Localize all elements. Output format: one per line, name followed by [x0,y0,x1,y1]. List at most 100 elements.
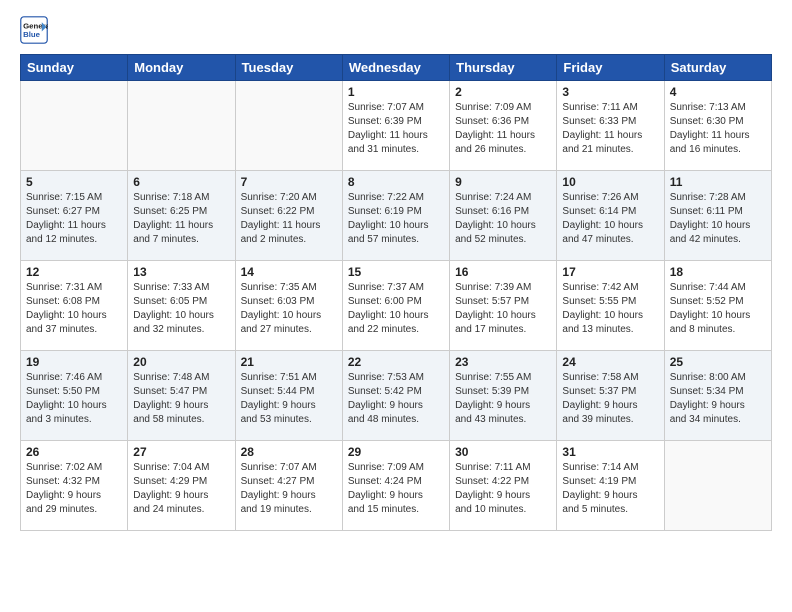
calendar-cell: 30 Sunrise: 7:11 AM Sunset: 4:22 PM Dayli… [450,441,557,531]
calendar-table: SundayMondayTuesdayWednesdayThursdayFrid… [20,54,772,531]
day-info: Sunrise: 7:07 AM Sunset: 6:39 PM Dayligh… [348,101,444,157]
day-info: Sunrise: 7:42 AM Sunset: 5:55 PM Dayligh… [562,281,658,337]
day-number: 27 [133,445,229,459]
day-info: Sunrise: 7:07 AM Sunset: 4:27 PM Dayligh… [241,461,337,517]
day-info: Sunrise: 7:39 AM Sunset: 5:57 PM Dayligh… [455,281,551,337]
day-info: Sunrise: 7:18 AM Sunset: 6:25 PM Dayligh… [133,191,229,247]
calendar-week-row: 19Sunrise: 7:46 AM Sunset: 5:50 PM Dayli… [21,351,772,441]
weekday-header-saturday: Saturday [664,55,771,81]
calendar-cell: 19Sunrise: 7:46 AM Sunset: 5:50 PM Dayli… [21,351,128,441]
day-number: 11 [670,175,766,189]
day-info: Sunrise: 7:15 AM Sunset: 6:27 PM Dayligh… [26,191,122,247]
day-info: Sunrise: 7:09 AM Sunset: 6:36 PM Dayligh… [455,101,551,157]
calendar-cell: 8Sunrise: 7:22 AM Sunset: 6:19 PM Daylig… [342,171,449,261]
day-number: 29 [348,445,444,459]
calendar-week-row: 5 Sunrise: 7:15 AM Sunset: 6:27 PM Daylig… [21,171,772,261]
day-info: Sunrise: 7:37 AM Sunset: 6:00 PM Dayligh… [348,281,444,337]
day-number: 9 [455,175,551,189]
day-number: 7 [241,175,337,189]
day-info: Sunrise: 7:14 AM Sunset: 4:19 PM Dayligh… [562,461,658,517]
calendar-cell: 18Sunrise: 7:44 AM Sunset: 5:52 PM Dayli… [664,261,771,351]
day-number: 5 [26,175,122,189]
day-number: 1 [348,85,444,99]
calendar-cell: 9 Sunrise: 7:24 AM Sunset: 6:16 PM Daylig… [450,171,557,261]
weekday-header-thursday: Thursday [450,55,557,81]
calendar-week-row: 12Sunrise: 7:31 AM Sunset: 6:08 PM Dayli… [21,261,772,351]
day-info: Sunrise: 7:33 AM Sunset: 6:05 PM Dayligh… [133,281,229,337]
day-info: Sunrise: 7:58 AM Sunset: 5:37 PM Dayligh… [562,371,658,427]
calendar-cell: 23 Sunrise: 7:55 AM Sunset: 5:39 PM Dayli… [450,351,557,441]
day-info: Sunrise: 7:48 AM Sunset: 5:47 PM Dayligh… [133,371,229,427]
calendar-cell: 4 Sunrise: 7:13 AM Sunset: 6:30 PM Daylig… [664,81,771,171]
calendar-cell: 2 Sunrise: 7:09 AM Sunset: 6:36 PM Daylig… [450,81,557,171]
calendar-cell: 16 Sunrise: 7:39 AM Sunset: 5:57 PM Dayli… [450,261,557,351]
day-info: Sunrise: 7:04 AM Sunset: 4:29 PM Dayligh… [133,461,229,517]
page: General Blue SundayMondayTuesdayWednesda… [0,0,792,547]
calendar-cell: 3 Sunrise: 7:11 AM Sunset: 6:33 PM Daylig… [557,81,664,171]
calendar-cell: 26 Sunrise: 7:02 AM Sunset: 4:32 PM Dayli… [21,441,128,531]
day-number: 12 [26,265,122,279]
day-info: Sunrise: 7:46 AM Sunset: 5:50 PM Dayligh… [26,371,122,427]
day-number: 4 [670,85,766,99]
day-info: Sunrise: 7:09 AM Sunset: 4:24 PM Dayligh… [348,461,444,517]
header: General Blue [20,16,772,44]
day-number: 23 [455,355,551,369]
day-number: 10 [562,175,658,189]
day-info: Sunrise: 7:20 AM Sunset: 6:22 PM Dayligh… [241,191,337,247]
day-info: Sunrise: 7:13 AM Sunset: 6:30 PM Dayligh… [670,101,766,157]
day-number: 22 [348,355,444,369]
day-number: 31 [562,445,658,459]
day-number: 26 [26,445,122,459]
day-info: Sunrise: 7:11 AM Sunset: 6:33 PM Dayligh… [562,101,658,157]
calendar-cell: 5 Sunrise: 7:15 AM Sunset: 6:27 PM Daylig… [21,171,128,261]
day-number: 21 [241,355,337,369]
calendar-cell: 27 Sunrise: 7:04 AM Sunset: 4:29 PM Dayli… [128,441,235,531]
svg-text:Blue: Blue [23,30,41,39]
day-info: Sunrise: 7:02 AM Sunset: 4:32 PM Dayligh… [26,461,122,517]
day-number: 17 [562,265,658,279]
calendar-cell: 12Sunrise: 7:31 AM Sunset: 6:08 PM Dayli… [21,261,128,351]
weekday-header-row: SundayMondayTuesdayWednesdayThursdayFrid… [21,55,772,81]
calendar-cell: 7 Sunrise: 7:20 AM Sunset: 6:22 PM Daylig… [235,171,342,261]
calendar-cell: 14Sunrise: 7:35 AM Sunset: 6:03 PM Dayli… [235,261,342,351]
calendar-cell: 1 Sunrise: 7:07 AM Sunset: 6:39 PM Daylig… [342,81,449,171]
calendar-cell: 28Sunrise: 7:07 AM Sunset: 4:27 PM Dayli… [235,441,342,531]
day-info: Sunrise: 8:00 AM Sunset: 5:34 PM Dayligh… [670,371,766,427]
calendar-cell [21,81,128,171]
calendar-cell: 25Sunrise: 8:00 AM Sunset: 5:34 PM Dayli… [664,351,771,441]
day-number: 3 [562,85,658,99]
calendar-cell: 6 Sunrise: 7:18 AM Sunset: 6:25 PM Daylig… [128,171,235,261]
calendar-cell: 13Sunrise: 7:33 AM Sunset: 6:05 PM Dayli… [128,261,235,351]
calendar-week-row: 26 Sunrise: 7:02 AM Sunset: 4:32 PM Dayli… [21,441,772,531]
day-number: 18 [670,265,766,279]
day-info: Sunrise: 7:22 AM Sunset: 6:19 PM Dayligh… [348,191,444,247]
weekday-header-tuesday: Tuesday [235,55,342,81]
day-number: 24 [562,355,658,369]
calendar-cell: 21Sunrise: 7:51 AM Sunset: 5:44 PM Dayli… [235,351,342,441]
day-number: 2 [455,85,551,99]
calendar-cell: 10Sunrise: 7:26 AM Sunset: 6:14 PM Dayli… [557,171,664,261]
calendar-cell: 22Sunrise: 7:53 AM Sunset: 5:42 PM Dayli… [342,351,449,441]
day-number: 20 [133,355,229,369]
day-number: 6 [133,175,229,189]
day-number: 30 [455,445,551,459]
weekday-header-monday: Monday [128,55,235,81]
calendar-cell [128,81,235,171]
calendar-week-row: 1 Sunrise: 7:07 AM Sunset: 6:39 PM Daylig… [21,81,772,171]
weekday-header-friday: Friday [557,55,664,81]
logo: General Blue [20,16,52,44]
logo-icon: General Blue [20,16,48,44]
day-number: 16 [455,265,551,279]
day-number: 15 [348,265,444,279]
weekday-header-wednesday: Wednesday [342,55,449,81]
calendar-cell: 15 Sunrise: 7:37 AM Sunset: 6:00 PM Dayli… [342,261,449,351]
day-info: Sunrise: 7:55 AM Sunset: 5:39 PM Dayligh… [455,371,551,427]
calendar-cell: 29 Sunrise: 7:09 AM Sunset: 4:24 PM Dayli… [342,441,449,531]
calendar-cell: 20 Sunrise: 7:48 AM Sunset: 5:47 PM Dayli… [128,351,235,441]
day-info: Sunrise: 7:24 AM Sunset: 6:16 PM Dayligh… [455,191,551,247]
day-info: Sunrise: 7:28 AM Sunset: 6:11 PM Dayligh… [670,191,766,247]
calendar-cell: 11 Sunrise: 7:28 AM Sunset: 6:11 PM Dayli… [664,171,771,261]
calendar-cell [235,81,342,171]
calendar-cell: 17 Sunrise: 7:42 AM Sunset: 5:55 PM Dayli… [557,261,664,351]
day-info: Sunrise: 7:11 AM Sunset: 4:22 PM Dayligh… [455,461,551,517]
